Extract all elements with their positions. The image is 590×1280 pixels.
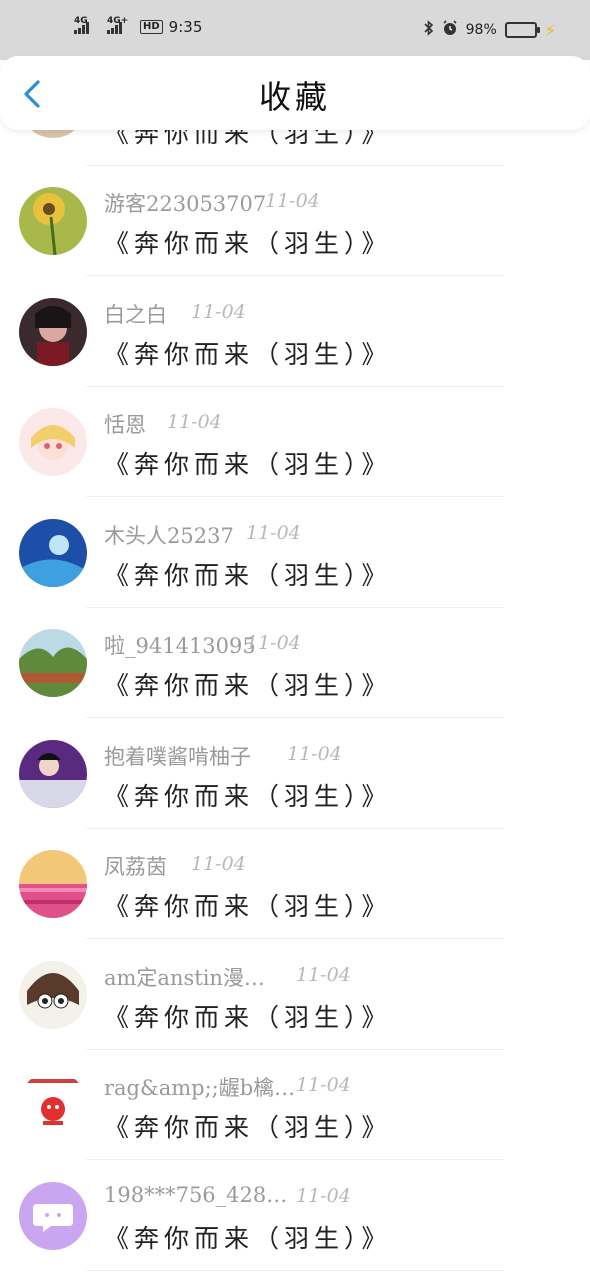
item-date: 11-04 bbox=[191, 300, 246, 323]
status-right: 98% ⚡ bbox=[424, 20, 556, 40]
status-bar: 4G 4G+ HD 9:35 98% ⚡ bbox=[0, 0, 590, 60]
avatar[interactable] bbox=[19, 187, 87, 255]
user-name: 凤荔茵 bbox=[104, 855, 167, 879]
list-item[interactable]: 恬恩 11-04 《奔你而来（羽生）》 bbox=[0, 387, 590, 497]
item-date: 11-04 bbox=[287, 742, 342, 765]
list-item[interactable]: 啦_941413095 11-04 《奔你而来（羽生）》 bbox=[0, 608, 590, 718]
avatar[interactable] bbox=[19, 629, 87, 697]
list-item[interactable]: 白之白 11-04 《奔你而来（羽生）》 bbox=[0, 277, 590, 387]
signal-icon: 4G bbox=[74, 16, 89, 34]
item-date: 11-04 bbox=[191, 853, 246, 875]
message-text: 《奔你而来（羽生）》 bbox=[104, 229, 392, 258]
avatar[interactable] bbox=[19, 739, 87, 808]
list-item[interactable]: 凤荔茵 11-04 《奔你而来（羽生）》 bbox=[0, 829, 590, 939]
avatar[interactable] bbox=[19, 960, 87, 1029]
header-bar: 收藏 bbox=[0, 56, 590, 130]
user-name: 恬恩 bbox=[104, 413, 146, 437]
list-item[interactable]: 抱着噗酱啃柚子 11-04 《奔你而来（羽生）》 bbox=[0, 719, 590, 829]
item-date: 11-04 bbox=[265, 190, 320, 212]
user-name: am定anstin漫… bbox=[104, 965, 265, 990]
avatar[interactable] bbox=[19, 1181, 87, 1250]
message-text: 《奔你而来（羽生）》 bbox=[104, 560, 392, 590]
list-item[interactable]: rag&amp;;龌b檎… 11-04 《奔你而来（羽生）》 bbox=[0, 1050, 590, 1160]
clock-text: 9:35 bbox=[168, 18, 203, 36]
user-name: 198***756_428… bbox=[104, 1182, 288, 1207]
message-text: 《奔你而来（羽生）》 bbox=[104, 1223, 392, 1253]
avatar[interactable] bbox=[19, 1071, 87, 1139]
list-item[interactable]: am定anstin漫… 11-04 《奔你而来（羽生）》 bbox=[0, 940, 590, 1050]
message-text: 《奔你而来（羽生）》 bbox=[104, 450, 392, 479]
signal-icon: 4G+ bbox=[107, 16, 128, 34]
item-date: 11-04 bbox=[167, 411, 222, 433]
item-date: 11-04 bbox=[296, 963, 351, 986]
item-date: 11-04 bbox=[296, 1184, 351, 1207]
user-name: 木头人25237 bbox=[104, 523, 234, 548]
user-name: 抱着噗酱啃柚子 bbox=[104, 744, 251, 769]
user-name: 啦_941413095 bbox=[104, 634, 256, 658]
avatar[interactable] bbox=[19, 518, 87, 587]
divider bbox=[86, 1269, 504, 1271]
charging-icon: ⚡ bbox=[544, 20, 556, 40]
message-text: 《奔你而来（羽生）》 bbox=[104, 781, 392, 811]
user-name: 白之白 bbox=[104, 302, 167, 327]
message-text: 《奔你而来（羽生）》 bbox=[104, 339, 392, 369]
avatar[interactable] bbox=[19, 408, 87, 476]
message-text: 《奔你而来（羽生）》 bbox=[104, 1113, 392, 1142]
avatar[interactable] bbox=[19, 297, 87, 366]
alarm-icon bbox=[442, 20, 458, 40]
item-date: 11-04 bbox=[296, 1074, 351, 1096]
list-item[interactable]: 木头人25237 11-04 《奔你而来（羽生）》 bbox=[0, 498, 590, 608]
user-name: 游客223053707 bbox=[104, 192, 267, 216]
message-text: 《奔你而来（羽生）》 bbox=[104, 671, 392, 700]
page-title: 收藏 bbox=[258, 78, 331, 116]
status-left: 4G 4G+ HD 9:35 bbox=[74, 16, 203, 36]
user-name: rag&amp;;龌b檎… bbox=[104, 1076, 296, 1100]
list-item[interactable]: 198***756_428… 11-04 《奔你而来（羽生）》 bbox=[0, 1161, 590, 1271]
battery-icon bbox=[504, 22, 540, 38]
battery-percent: 98% bbox=[465, 22, 497, 38]
bluetooth-icon bbox=[424, 20, 434, 40]
message-text: 《奔你而来（羽生）》 bbox=[104, 892, 392, 921]
item-date: 11-04 bbox=[246, 632, 301, 654]
avatar[interactable] bbox=[19, 850, 87, 918]
item-date: 11-04 bbox=[246, 521, 301, 544]
list-item[interactable]: 游客223053707 11-04 《奔你而来（羽生）》 bbox=[0, 166, 590, 276]
message-text: 《奔你而来（羽生）》 bbox=[104, 1002, 392, 1032]
hd-icon: HD bbox=[140, 20, 163, 34]
